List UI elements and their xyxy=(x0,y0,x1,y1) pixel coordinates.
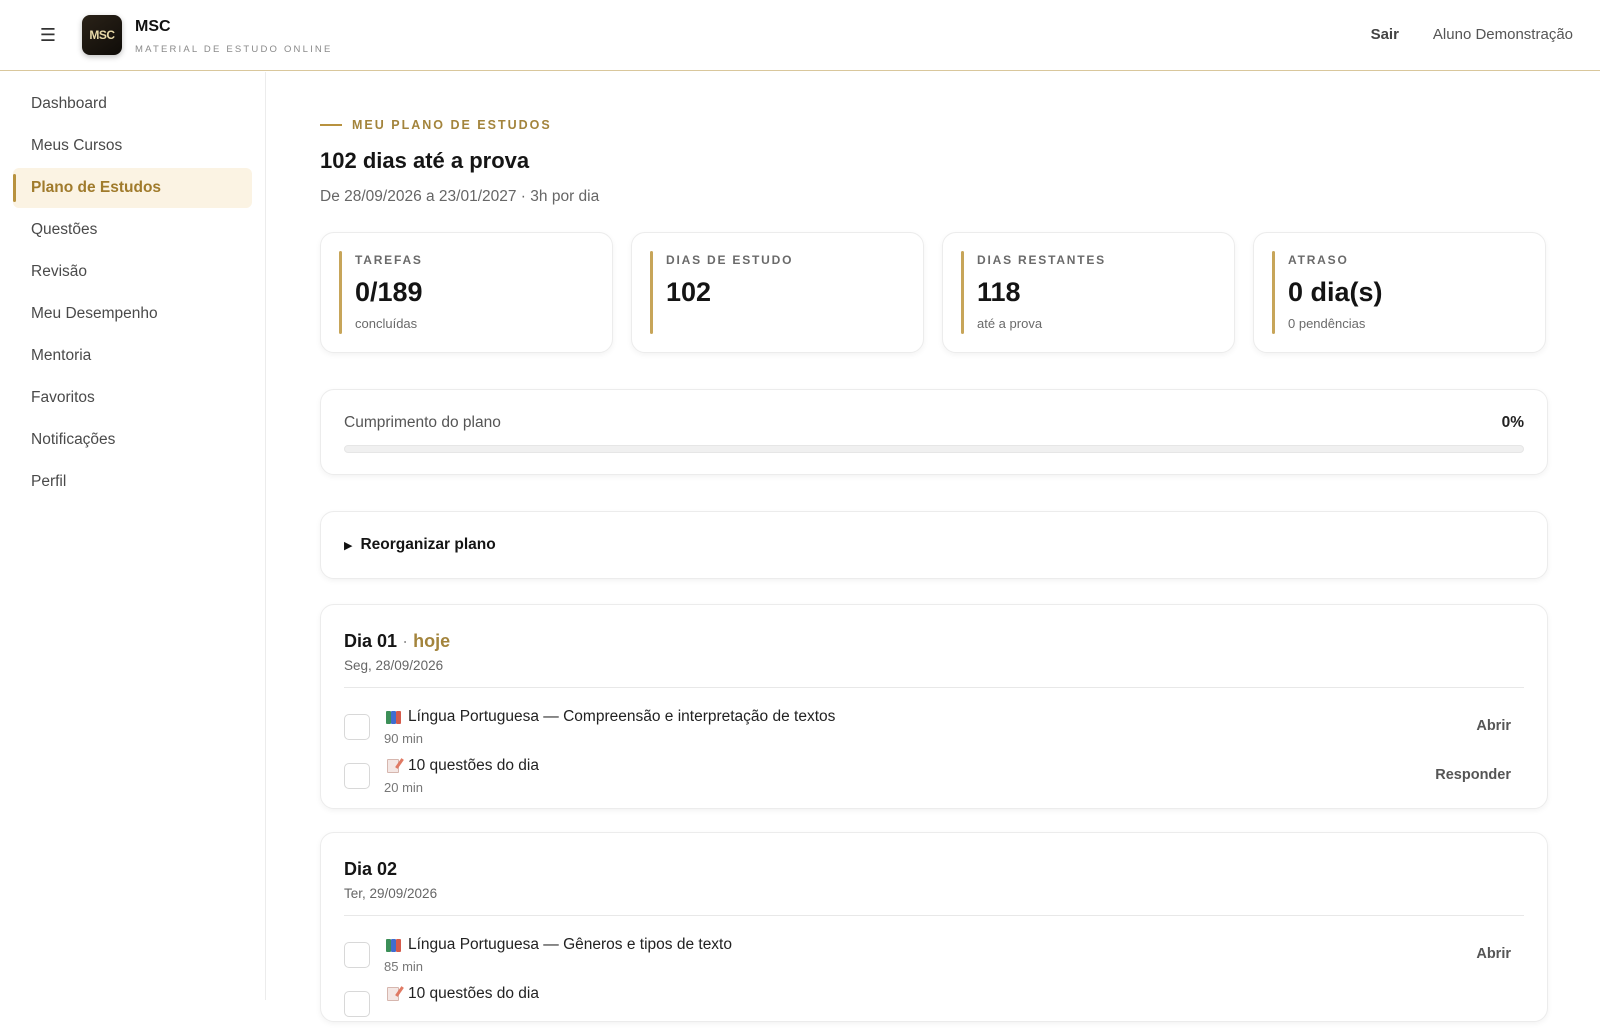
task-row: Língua Portuguesa — Gêneros e tipos de t… xyxy=(344,936,1524,980)
sidebar-item-dashboard[interactable]: Dashboard xyxy=(13,84,252,124)
brand-logo[interactable]: MSC xyxy=(82,15,122,55)
stat-card-tarefas: TAREFAS 0/189 concluídas xyxy=(320,232,613,353)
open-task-button[interactable]: Abrir xyxy=(1476,946,1511,962)
stat-accent-bar xyxy=(650,251,653,334)
eyebrow-text: MEU PLANO DE ESTUDOS xyxy=(352,118,552,132)
reorganize-plan-label: Reorganizar plano xyxy=(360,536,496,553)
sidebar-item-meus-cursos[interactable]: Meus Cursos xyxy=(13,126,252,166)
stat-value: 0/189 xyxy=(355,277,423,307)
books-icon xyxy=(384,936,402,954)
stat-label: TAREFAS xyxy=(355,253,423,267)
progress-percent: 0% xyxy=(1501,414,1524,431)
task-duration: 90 min xyxy=(384,731,424,746)
stat-label: DIAS RESTANTES xyxy=(977,253,1106,267)
progress-label: Cumprimento do plano xyxy=(344,414,501,431)
sidebar-item-mentoria[interactable]: Mentoria xyxy=(13,336,252,376)
task-title: 10 questões do dia xyxy=(408,757,539,774)
day-title: Dia 02 xyxy=(344,859,397,880)
day-separator: · xyxy=(402,631,409,651)
stat-card-dias-restantes: DIAS RESTANTES 118 até a prova xyxy=(942,232,1235,353)
sidebar-item-questoes[interactable]: Questões xyxy=(13,210,252,250)
stat-accent-bar xyxy=(961,251,964,334)
reorganize-plan-toggle[interactable]: ▶ Reorganizar plano xyxy=(320,511,1548,579)
stat-value: 118 xyxy=(977,277,1021,307)
task-title: Língua Portuguesa — Compreensão e interp… xyxy=(408,708,836,725)
task-checkbox[interactable] xyxy=(344,991,370,1017)
task-title: Língua Portuguesa — Gêneros e tipos de t… xyxy=(408,936,732,953)
sidebar-item-perfil[interactable]: Perfil xyxy=(13,462,252,502)
task-duration: 20 min xyxy=(384,780,424,795)
memo-icon xyxy=(384,985,402,1003)
stat-label: ATRASO xyxy=(1288,253,1349,267)
task-duration: 85 min xyxy=(384,959,424,974)
task-title: 10 questões do dia xyxy=(408,985,539,1002)
memo-icon xyxy=(384,757,402,775)
stat-note: 0 pendências xyxy=(1288,316,1366,331)
stat-accent-bar xyxy=(339,251,342,334)
stat-value: 102 xyxy=(666,277,712,307)
user-name[interactable]: Aluno Demonstração xyxy=(1433,26,1573,43)
sidebar-item-notificacoes[interactable]: Notificações xyxy=(13,420,252,460)
brand-name: MSC xyxy=(135,18,171,35)
day-number: Dia 02 xyxy=(344,859,398,879)
header-actions: Sair Aluno Demonstração xyxy=(1371,26,1573,43)
stats-row: TAREFAS 0/189 concluídas DIAS DE ESTUDO … xyxy=(320,232,1548,353)
task-checkbox[interactable] xyxy=(344,763,370,789)
task-checkbox[interactable] xyxy=(344,942,370,968)
today-badge: hoje xyxy=(413,631,451,651)
task-row: Língua Portuguesa — Compreensão e interp… xyxy=(344,708,1524,752)
hamburger-icon[interactable]: ☰ xyxy=(38,24,58,46)
stat-card-dias-de-estudo: DIAS DE ESTUDO 102 xyxy=(631,232,924,353)
eyebrow-line xyxy=(320,124,342,126)
stat-note: concluídas xyxy=(355,316,418,331)
task-row: 10 questões do dia xyxy=(344,985,1524,1029)
stat-accent-bar xyxy=(1272,251,1275,334)
page-title: 102 dias até a prova xyxy=(320,148,530,173)
day-card: Dia 02 Ter, 29/09/2026 Língua Portuguesa… xyxy=(320,832,1548,1022)
top-header: ☰ MSC MSC MATERIAL DE ESTUDO ONLINE Sair… xyxy=(0,0,1600,71)
stat-note: até a prova xyxy=(977,316,1043,331)
progress-bar xyxy=(344,445,1524,453)
sidebar-item-meu-desempenho[interactable]: Meu Desempenho xyxy=(13,294,252,334)
day-card: Dia 01 · hoje Seg, 28/09/2026 Língua Por… xyxy=(320,604,1548,809)
day-title: Dia 01 · hoje xyxy=(344,631,450,652)
sidebar-item-plano-de-estudos[interactable]: Plano de Estudos xyxy=(13,168,252,208)
sidebar-nav: Dashboard Meus Cursos Plano de Estudos Q… xyxy=(0,72,266,1000)
day-date: Ter, 29/09/2026 xyxy=(344,886,438,901)
caret-right-icon: ▶ xyxy=(344,539,353,552)
task-row: 10 questões do dia 20 min Responder xyxy=(344,757,1524,801)
divider xyxy=(344,915,1524,916)
stat-value: 0 dia(s) xyxy=(1288,277,1383,307)
brand-subtitle: MATERIAL DE ESTUDO ONLINE xyxy=(135,44,333,55)
open-task-button[interactable]: Abrir xyxy=(1476,718,1511,734)
stat-label: DIAS DE ESTUDO xyxy=(666,253,794,267)
page-eyebrow: MEU PLANO DE ESTUDOS xyxy=(320,118,552,132)
stat-card-atraso: ATRASO 0 dia(s) 0 pendências xyxy=(1253,232,1546,353)
divider xyxy=(344,687,1524,688)
sidebar-item-favoritos[interactable]: Favoritos xyxy=(13,378,252,418)
task-checkbox[interactable] xyxy=(344,714,370,740)
books-icon xyxy=(384,708,402,726)
answer-task-button[interactable]: Responder xyxy=(1435,767,1511,783)
sidebar-item-revisao[interactable]: Revisão xyxy=(13,252,252,292)
plan-progress-card: Cumprimento do plano 0% xyxy=(320,389,1548,475)
day-date: Seg, 28/09/2026 xyxy=(344,658,444,673)
day-number: Dia 01 xyxy=(344,631,398,651)
page-subtitle: De 28/09/2026 a 23/01/2027 · 3h por dia xyxy=(320,188,600,205)
logout-button[interactable]: Sair xyxy=(1371,26,1399,43)
